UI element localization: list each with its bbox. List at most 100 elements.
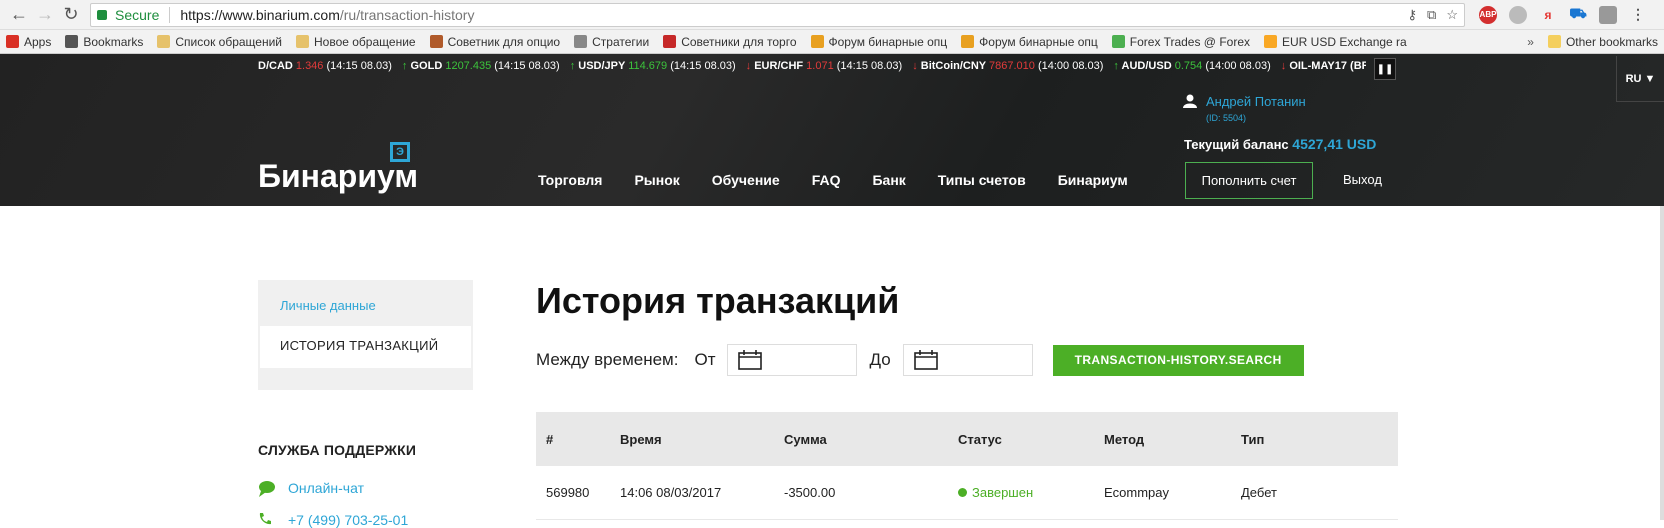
globe-icon[interactable]	[1509, 5, 1527, 24]
user-name[interactable]: Андрей Потанин	[1206, 94, 1306, 109]
ticker-time: (14:15 08.03)	[836, 60, 903, 72]
reload-icon[interactable]: ↻	[58, 2, 84, 28]
forward-icon[interactable]: →	[32, 2, 58, 28]
address-bar[interactable]: Secure https://www.binarium.com/ru/trans…	[90, 2, 1465, 27]
column-header[interactable]: Метод	[1104, 432, 1241, 447]
date-filter: Между временем: От До TRANSACTION-HISTOR…	[536, 344, 1304, 376]
key-icon[interactable]: ⚷	[1408, 7, 1418, 23]
bookmark-item[interactable]: Советники для торго	[663, 35, 797, 49]
calendar-icon	[913, 350, 938, 370]
sidebar-item-history[interactable]: ИСТОРИЯ ТРАНЗАКЦИЙ	[260, 326, 471, 368]
bookmark-item[interactable]: Форум бинарные опц	[810, 35, 947, 49]
nav-item[interactable]: Торговля	[538, 172, 602, 188]
account-sidebar: Личные данные ИСТОРИЯ ТРАНЗАКЦИЙ	[258, 280, 473, 390]
ticker-symbol: GOLD	[410, 60, 446, 72]
ticker-item: ↓ BitCoin/CNY 7867.010 (14:00 08.03)	[912, 60, 1103, 72]
column-header[interactable]: Статус	[958, 432, 1104, 447]
back-icon[interactable]: ←	[6, 2, 32, 28]
ticker-time: (14:00 08.03)	[1205, 60, 1271, 72]
secure-label: Secure	[115, 6, 160, 23]
bookmark-item[interactable]: Советник для опцио	[429, 34, 561, 49]
logout-link[interactable]: Выход	[1343, 172, 1382, 187]
bookmark-label: Форум бинарные опц	[979, 34, 1098, 49]
ticker-time: (14:15 08.03)	[326, 60, 392, 72]
site-header: D/CAD 1.346 (14:15 08.03) ↑ GOLD 1207.435…	[0, 54, 1664, 206]
other-bookmarks-label: Other bookmarks	[1565, 34, 1658, 49]
star-icon[interactable]: ☆	[1446, 7, 1458, 23]
bookmark-item[interactable]: Bookmarks	[65, 35, 143, 49]
extension-icon[interactable]	[1599, 5, 1617, 24]
status-dot-icon	[958, 488, 967, 497]
arrow-down-icon: ↓	[745, 60, 755, 72]
nav-item[interactable]: Банк	[872, 172, 905, 188]
column-header[interactable]: Тип	[1241, 432, 1341, 447]
bookmark-label: Новое обращение	[314, 34, 416, 49]
bookmarks-bar: Apps Bookmarks Список обращений Новое обращ…	[0, 30, 1664, 54]
support-title: СЛУЖБА ПОДДЕРЖКИ	[258, 442, 417, 458]
search-button[interactable]: TRANSACTION-HISTORY.SEARCH	[1052, 344, 1304, 376]
overflow-icon[interactable]: »	[1527, 35, 1534, 49]
cart-icon[interactable]: ⛟	[1569, 5, 1587, 24]
column-header[interactable]: Сумма	[784, 432, 958, 447]
status-text: Завершен	[972, 485, 1034, 500]
bookmark-item[interactable]: EUR USD Exchange ra	[1264, 35, 1407, 49]
bookmark-icon	[574, 35, 588, 48]
language-select[interactable]: RU ▼	[1616, 56, 1664, 102]
bookmark-item[interactable]: Apps	[6, 35, 51, 49]
nav-item[interactable]: Типы счетов	[938, 172, 1026, 188]
sidebar-item-personal[interactable]: Личные данные	[280, 298, 376, 313]
logo[interactable]: Бинариум	[258, 158, 418, 195]
bookmark-item[interactable]: Стратегии	[574, 35, 649, 49]
ticker-item: ↑ GOLD 1207.435 (14:15 08.03)	[402, 60, 560, 72]
balance-label: Текущий баланс	[1184, 137, 1289, 152]
ticker-value: 0.754	[1174, 60, 1206, 72]
browser-toolbar: ← → ↻ Secure https://www.binarium.com/ru…	[0, 0, 1664, 30]
from-date-input[interactable]	[727, 344, 858, 376]
nav-item[interactable]: Бинариум	[1058, 172, 1128, 188]
bookmark-label: Советник для опцио	[447, 34, 561, 49]
deposit-button[interactable]: Пополнить счет	[1185, 162, 1313, 199]
to-date-input[interactable]	[902, 344, 1033, 376]
column-header[interactable]: Время	[620, 432, 784, 447]
cell-type: Дебет	[1241, 485, 1277, 500]
ticker-symbol: EUR/CHF	[754, 60, 807, 72]
ticker-symbol: OIL-MAY17 (BRENT)	[1289, 60, 1366, 72]
yandex-icon[interactable]: я	[1539, 6, 1557, 24]
ticker-item: D/CAD 1.346 (14:15 08.03)	[258, 60, 392, 72]
nav-item[interactable]: Обучение	[712, 172, 780, 188]
table-header: # Время Сумма Статус Метод Тип	[536, 412, 1398, 466]
bookmark-item[interactable]: Новое обращение	[296, 35, 416, 49]
column-header[interactable]: #	[536, 432, 620, 447]
ticker-item: ↑ AUD/USD 0.754 (14:00 08.03)	[1113, 60, 1270, 72]
bookmark-label: Apps	[24, 34, 52, 49]
between-label: Между временем:	[536, 350, 679, 369]
ticker-symbol: D/CAD	[258, 60, 296, 72]
bookmark-icon	[157, 35, 171, 48]
translate-icon[interactable]: ⧉	[1427, 7, 1436, 23]
table-body: 569980 14:06 08/03/2017 -3500.00 Завершен Ec…	[536, 466, 1398, 520]
chat-icon	[259, 481, 275, 497]
divider	[169, 6, 171, 23]
pause-icon[interactable]: ❚❚	[1374, 58, 1396, 80]
transactions-table: # Время Сумма Статус Метод Тип 569980 14:06 08…	[536, 412, 1398, 520]
bookmark-icon	[961, 35, 975, 48]
bookmark-item[interactable]: Форум бинарные опц	[961, 35, 1098, 49]
scrollbar[interactable]	[1660, 206, 1664, 520]
bookmark-item[interactable]: Список обращений	[157, 35, 282, 49]
menu-icon[interactable]: ⋮	[1629, 6, 1647, 24]
bookmark-label: Forex Trades @ Forex	[1129, 34, 1250, 49]
calendar-icon	[738, 350, 763, 370]
nav-item[interactable]: Рынок	[634, 172, 679, 188]
phone-link[interactable]: +7 (499) 703-25-01	[288, 512, 408, 528]
other-bookmarks[interactable]: » Other bookmarks	[1527, 35, 1658, 49]
cell-time: 14:06 08/03/2017	[620, 485, 722, 500]
online-chat-link[interactable]: Онлайн-чат	[288, 480, 364, 496]
nav-item[interactable]: FAQ	[812, 172, 841, 188]
bookmark-label: Bookmarks	[83, 34, 144, 49]
adblock-icon[interactable]: ABP	[1479, 5, 1497, 24]
balance-value: 4527,41 USD	[1292, 136, 1377, 152]
bookmark-item[interactable]: Forex Trades @ Forex	[1111, 34, 1250, 49]
ticker: D/CAD 1.346 (14:15 08.03) ↑ GOLD 1207.435…	[258, 60, 1366, 78]
bookmark-icon	[429, 35, 443, 48]
bookmark-label: Стратегии	[592, 34, 650, 49]
